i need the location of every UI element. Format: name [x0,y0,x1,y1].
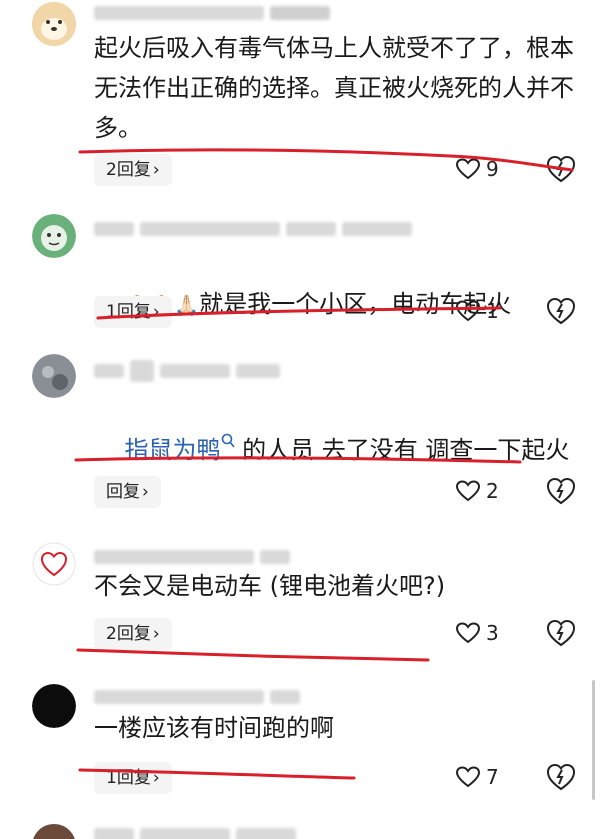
reply-label: 1回复 [106,768,151,788]
comment-item-partial [0,816,600,839]
avatar[interactable] [32,684,76,728]
chevron-right-icon: › [152,302,160,322]
heart-lightning-icon[interactable] [546,476,576,506]
comment-text: 一楼应该有时间跑的啊 [94,714,334,742]
comment-meta [94,360,280,382]
shiba-dog-avatar-icon [32,2,76,46]
heart-icon [456,766,480,788]
green-cartoon-avatar-icon [32,214,76,258]
mention-name: 指鼠为鸭 [124,436,221,464]
heart-icon [456,622,480,644]
like-button[interactable]: 2 [456,476,499,506]
comment-text: 起火后吸入有毒气体马上人就受不了了，根本无法作出正确的选择。真正被火烧死的人并不… [94,34,574,142]
comment-item: 起火后吸入有毒气体马上人就受不了了，根本无法作出正确的选择。真正被火烧死的人并不… [0,0,600,200]
comment-meta [94,688,300,706]
like-count: 7 [486,765,499,789]
reply-button[interactable]: 回复 › [94,476,161,508]
comment-item: 一楼应该有时间跑的啊 1回复 › 7 [0,670,600,810]
like-button[interactable]: 3 [456,618,499,648]
reply-label: 2回复 [106,624,151,644]
reply-button[interactable]: 1回复 › [94,762,172,794]
mention-link[interactable]: 指鼠为鸭 [124,433,235,464]
comment-item: 不会又是电动车 (锂电池着火吧?) 2回复 › 3 [0,530,600,670]
heart-lightning-icon[interactable] [546,296,576,326]
heart-icon [456,300,480,322]
like-count: 3 [486,621,499,645]
reply-button[interactable]: 2回复 › [94,618,172,650]
avatar[interactable] [32,214,76,258]
chevron-right-icon: › [152,768,160,788]
chevron-right-icon: › [142,482,149,502]
comment-text: 不会又是电动车 (锂电池着火吧?) [94,572,446,600]
heart-logo-avatar-icon [32,542,76,586]
reply-button[interactable]: 2回复 › [94,154,172,186]
chevron-right-icon: › [152,160,160,180]
avatar[interactable] [32,542,76,586]
heart-lightning-icon[interactable] [546,618,576,648]
comment-meta [94,548,290,566]
heart-lightning-icon[interactable] [546,154,576,184]
reply-label: 1回复 [106,302,151,322]
like-count: 2 [486,479,499,503]
black-avatar-icon [32,684,76,728]
reply-button[interactable]: 1回复 › [94,296,172,328]
comment-meta [94,4,330,22]
reply-label: 2回复 [106,160,151,180]
comment-meta [94,220,412,238]
reply-label: 回复 [106,482,140,502]
avatar[interactable] [32,824,76,839]
heart-icon [456,480,480,502]
avatar[interactable] [32,354,76,398]
comment-meta [94,826,296,839]
chevron-right-icon: › [152,624,160,644]
like-button[interactable]: 7 [456,762,499,792]
comment-text: 指鼠为鸭 的人员 去了没有 调查一下起火原因 [94,390,574,550]
heart-icon [456,158,480,180]
comment-item: 🙏🏻🙏🏻🙏🏻就是我一个小区，电动车起火 1回复 › 1 [0,200,600,340]
like-button[interactable]: 1 [456,296,499,326]
search-icon [221,433,235,448]
like-count: 1 [486,299,499,323]
comment-item: 指鼠为鸭 的人员 去了没有 调查一下起火原因 回复 › 2 [0,340,600,530]
avatar[interactable] [32,2,76,46]
heart-lightning-icon[interactable] [546,762,576,792]
scrollbar[interactable] [592,680,595,800]
photo-avatar-icon [32,354,76,398]
like-count: 9 [486,157,499,181]
like-button[interactable]: 9 [456,154,499,184]
